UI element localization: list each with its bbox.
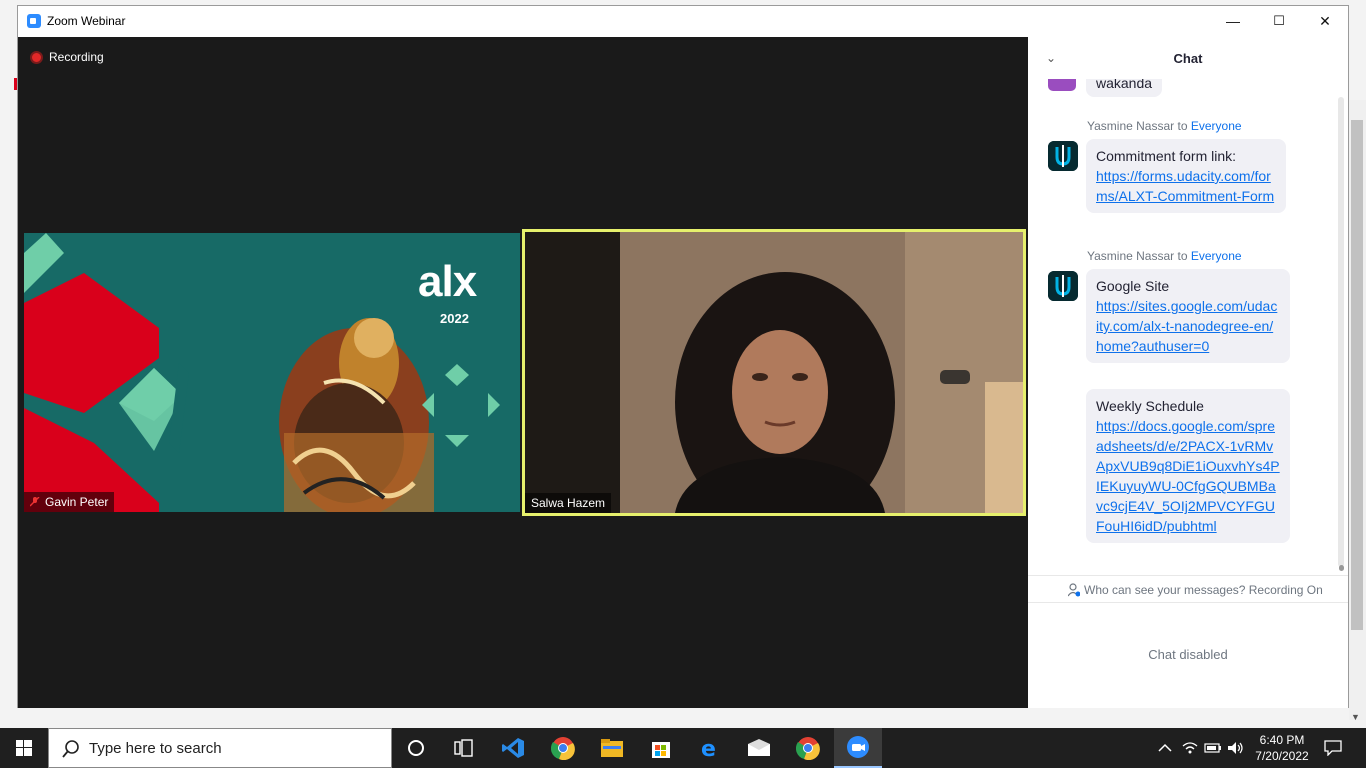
video-tile-gavin-peter[interactable]: alx 2022 Gavin Peter [24, 233, 520, 512]
search-icon [62, 740, 79, 758]
clock-date: 7/20/2022 [1255, 749, 1309, 763]
message-link[interactable]: https://docs.google.com/spreadsheets/d/e… [1096, 416, 1280, 536]
video-tile-salwa-hazem[interactable]: Salwa Hazem [522, 229, 1026, 516]
alx-year: 2022 [440, 311, 469, 326]
vscode-icon[interactable] [489, 728, 537, 768]
edge-icon[interactable]: e [686, 728, 734, 768]
start-button[interactable] [0, 728, 48, 768]
chat-privacy-notice[interactable]: Who can see your messages? Recording On [1028, 575, 1348, 603]
taskbar-clock[interactable]: 6:40 PM 7/20/2022 [1247, 732, 1317, 764]
sender-name: Yasmine Nassar [1087, 249, 1175, 263]
windows-logo-icon [16, 740, 32, 756]
avatar [1048, 79, 1076, 91]
notification-center-icon[interactable] [1320, 728, 1346, 768]
participant-name: Salwa Hazem [531, 496, 606, 510]
chat-scrollbar[interactable] [1338, 97, 1344, 567]
network-icon[interactable] [1180, 728, 1200, 768]
chrome-icon[interactable] [784, 728, 832, 768]
message-sender-line: Yasmine Nassar to Everyone [1087, 249, 1242, 263]
message-text: Commitment form link: [1096, 148, 1237, 164]
svg-text:e: e [701, 737, 716, 759]
minimize-button[interactable]: — [1210, 6, 1256, 36]
chat-title: Chat [1173, 51, 1203, 66]
show-hidden-icons-icon[interactable] [1155, 728, 1175, 768]
recipient-link[interactable]: Everyone [1191, 249, 1242, 263]
title-bar[interactable]: Zoom Webinar — ☐ ✕ [18, 6, 1348, 37]
zoom-window: Zoom Webinar — ☐ ✕ Recording alx 2022 Ga… [17, 5, 1349, 708]
window-title: Zoom Webinar [47, 14, 126, 28]
message-text: Google Site [1096, 278, 1170, 294]
mail-icon[interactable] [735, 728, 783, 768]
recording-dot-icon [30, 50, 43, 64]
task-view-icon[interactable] [440, 728, 488, 768]
chat-panel: ⌄ Chat wakanda Yasmine Nassar to Everyon… [1028, 37, 1348, 708]
chat-scrollbar-thumb[interactable] [1339, 565, 1344, 571]
chat-disabled-text: Chat disabled [1148, 647, 1228, 662]
chat-messages[interactable]: wakanda Yasmine Nassar to Everyone Commi… [1028, 79, 1348, 575]
cortana-icon[interactable] [392, 728, 440, 768]
scroll-down-arrow-icon[interactable]: ▼ [1351, 712, 1360, 722]
speaker-video-frame [525, 232, 1023, 513]
participant-name-tag: Gavin Peter [24, 492, 115, 512]
taskbar: Type here to search e 6:40 PM 7/20/2022 [0, 728, 1366, 768]
volume-icon[interactable] [1226, 728, 1246, 768]
maximize-button[interactable]: ☐ [1256, 6, 1302, 36]
search-placeholder: Type here to search [89, 740, 222, 757]
avatar [1048, 141, 1078, 171]
chat-message-bubble: Commitment form link: https://forms.udac… [1086, 139, 1286, 213]
battery-icon[interactable] [1203, 728, 1223, 768]
recording-indicator[interactable]: Recording [30, 50, 104, 64]
privacy-text: Who can see your messages? Recording On [1084, 583, 1323, 597]
chat-header: ⌄ Chat [1028, 37, 1348, 79]
alx-logo: alx [418, 257, 477, 306]
sender-name: Yasmine Nassar [1087, 119, 1175, 133]
message-link[interactable]: https://sites.google.com/udacity.com/alx… [1096, 296, 1280, 356]
participant-name: Gavin Peter [45, 495, 109, 509]
chat-message-bubble: Weekly Schedule https://docs.google.com/… [1086, 389, 1290, 543]
microsoft-store-icon[interactable] [637, 728, 685, 768]
chrome-icon[interactable] [539, 728, 587, 768]
zoom-icon[interactable] [834, 728, 882, 768]
video-area: Recording alx 2022 Gavin Peter Salwa Haz… [18, 37, 1028, 708]
recording-label: Recording [49, 50, 104, 64]
sender-to: to [1177, 119, 1188, 133]
file-explorer-icon[interactable] [588, 728, 636, 768]
message-link[interactable]: https://forms.udacity.com/forms/ALXT-Com… [1096, 166, 1276, 206]
close-button[interactable]: ✕ [1302, 6, 1348, 36]
participant-name-tag: Salwa Hazem [525, 493, 612, 513]
message-sender-line: Yasmine Nassar to Everyone [1087, 119, 1242, 133]
message-text: Weekly Schedule [1096, 398, 1204, 414]
muted-mic-icon [30, 497, 40, 507]
taskbar-search[interactable]: Type here to search [48, 728, 392, 768]
sender-to: to [1177, 249, 1188, 263]
avatar [1048, 271, 1078, 301]
clock-time: 6:40 PM [1259, 733, 1305, 747]
chat-message-bubble: Google Site https://sites.google.com/uda… [1086, 269, 1290, 363]
chat-message-bubble: wakanda [1086, 79, 1163, 97]
udacity-logo-icon [1048, 271, 1078, 301]
person-visibility-icon [1068, 583, 1080, 597]
background-scrollbar-thumb[interactable] [1351, 120, 1363, 630]
udacity-logo-icon [1048, 141, 1078, 171]
zoom-app-icon [27, 14, 41, 28]
recipient-link[interactable]: Everyone [1191, 119, 1242, 133]
